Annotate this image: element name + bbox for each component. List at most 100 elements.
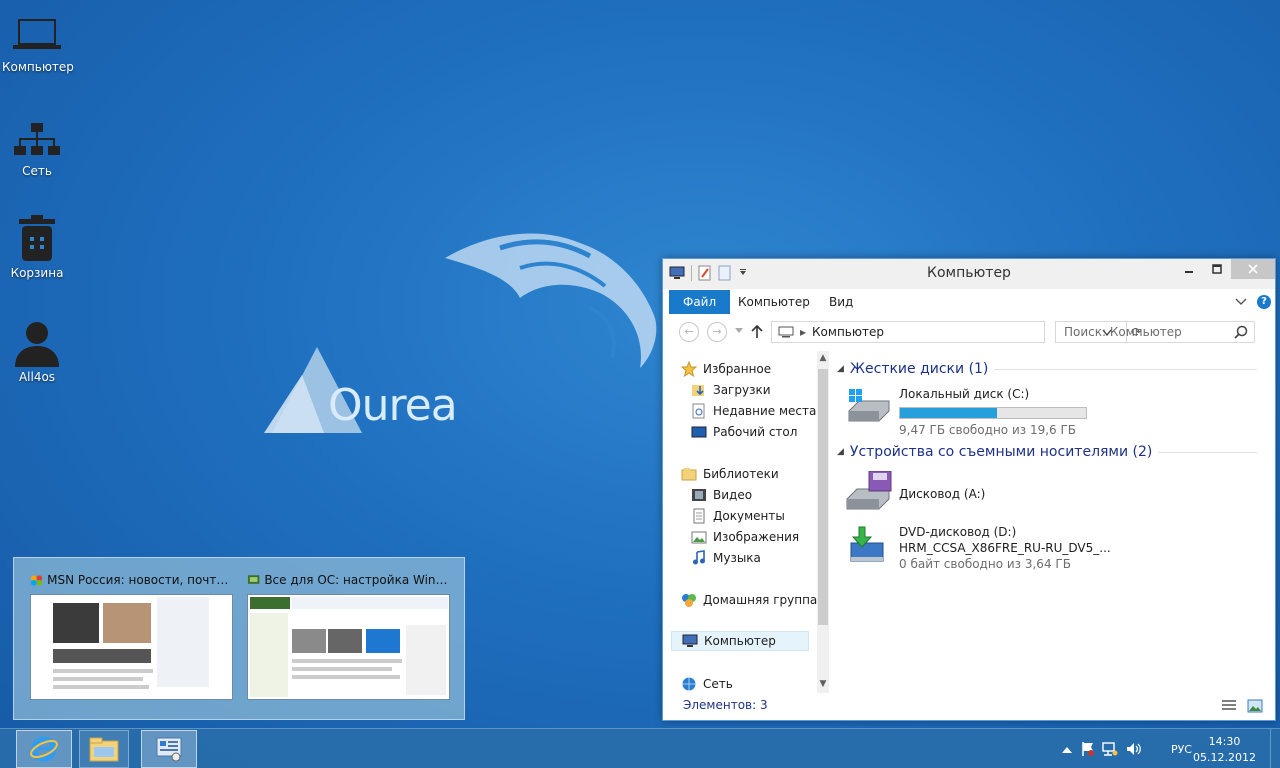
window-titlebar[interactable]: Компьютер	[663, 259, 1275, 289]
nav-item-downloads[interactable]: Загрузки	[691, 380, 771, 400]
nav-item-video[interactable]: Видео	[691, 485, 752, 505]
nav-label: Изображения	[713, 530, 800, 544]
status-bar-item-count: Элементов: 3	[683, 698, 768, 712]
desktop-icon-label: Сеть	[22, 164, 52, 178]
internet-explorer-icon	[30, 736, 58, 762]
clock[interactable]: 14:30 05.12.2012	[1193, 734, 1256, 766]
drive-c[interactable]: Локальный диск (C:) 9,47 ГБ свободно из …	[845, 387, 1105, 437]
drive-name: DVD-дисковод (D:)	[899, 525, 1017, 539]
help-icon[interactable]: ?	[1257, 295, 1271, 309]
drive-volume-label: HRM_CCSA_X86FRE_RU-RU_DV5_...	[899, 541, 1111, 555]
desktop-icon-computer[interactable]: Компьютер	[2, 10, 74, 74]
nav-item-documents[interactable]: Документы	[691, 506, 785, 526]
taskbar-file-explorer[interactable]	[79, 730, 129, 768]
details-view-icon[interactable]	[1221, 699, 1237, 713]
thumbnail-all4os[interactable]: Все для ОС: настройка Windo...	[247, 570, 452, 700]
address-text: Компьютер	[812, 325, 884, 339]
desktop-icon-recycle-bin[interactable]: Корзина	[2, 212, 72, 280]
up-arrow-icon[interactable]	[751, 325, 763, 339]
nav-item-recent[interactable]: Недавние места	[691, 401, 816, 421]
scroll-up-arrow-icon[interactable]: ▲	[817, 353, 829, 363]
laptop-icon	[2, 10, 72, 60]
thumbnail-page-preview	[247, 594, 450, 700]
back-button[interactable]: ←	[679, 322, 699, 342]
large-icons-view-icon[interactable]	[1247, 699, 1263, 713]
drive-name: Локальный диск (C:)	[899, 387, 1030, 401]
homegroup-icon	[682, 594, 696, 607]
scrollbar-thumb[interactable]	[818, 369, 828, 625]
search-placeholder: Поиск: Компьютер	[1064, 325, 1182, 339]
drive-usage-bar	[899, 407, 1087, 419]
desktop-icon-user[interactable]: All4os	[2, 316, 72, 384]
floppy-drive-icon	[846, 470, 892, 510]
thumbnail-msn[interactable]: MSN Россия: новости, почта Н...	[30, 570, 235, 700]
taskbar: РУС 14:30 05.12.2012	[0, 728, 1280, 768]
drive-a[interactable]: Дисковод (A:)	[845, 470, 1105, 513]
address-bar[interactable]: ▸ Компьютер ⟳	[771, 321, 1142, 343]
group-title: Устройства со съемными носителями (2)	[849, 444, 1153, 460]
volume-icon[interactable]	[1126, 741, 1142, 757]
recent-places-icon	[692, 403, 705, 419]
tab-file[interactable]: Файл	[669, 290, 731, 314]
nav-item-network[interactable]: Сеть	[681, 674, 733, 694]
drive-usage-fill	[900, 408, 997, 418]
nav-item-homegroup[interactable]: Домашняя группа	[681, 590, 817, 610]
ribbon-controls: ?	[1235, 295, 1271, 309]
group-collapse-icon: ◢	[837, 364, 844, 374]
tab-view[interactable]: Вид	[815, 290, 867, 314]
documents-library-icon	[693, 508, 705, 524]
clock-date: 05.12.2012	[1193, 751, 1256, 764]
drive-name: Дисковод (A:)	[899, 487, 986, 501]
nav-item-music[interactable]: Музыка	[691, 548, 761, 568]
downloads-folder-icon	[692, 385, 704, 396]
clock-time: 14:30	[1208, 735, 1241, 748]
user-icon	[2, 316, 72, 370]
desktop-icon-label: Корзина	[10, 266, 64, 280]
nav-label: Документы	[713, 509, 785, 523]
nav-item-desktop[interactable]: Рабочий стол	[691, 422, 797, 442]
hard-drive-windows-icon	[848, 389, 890, 422]
input-language-indicator[interactable]: РУС	[1171, 743, 1192, 756]
nav-pane-scrollbar[interactable]: ▲ ▼	[817, 351, 829, 693]
video-library-icon	[692, 489, 706, 501]
taskbar-control-panel[interactable]	[141, 730, 197, 768]
trash-icon	[2, 212, 72, 266]
navigation-bar: ← → ▸ Компьютер ⟳ Поиск: Компьютер	[669, 319, 1269, 345]
nav-label: Загрузки	[713, 383, 771, 397]
nav-label: Домашняя группа	[703, 593, 818, 607]
scroll-down-arrow-icon[interactable]: ▼	[817, 679, 829, 689]
show-hidden-icons-icon[interactable]	[1062, 745, 1078, 761]
explorer-window[interactable]: Компьютер Файл Компьютер Вид ? ← → ▸ Ком…	[662, 258, 1276, 721]
drive-d[interactable]: DVD-дисковод (D:) HRM_CCSA_X86FRE_RU-RU_…	[845, 525, 1125, 577]
group-header-removable[interactable]: ◢ Устройства со съемными носителями (2)	[837, 444, 1257, 460]
nav-label: Музыка	[713, 551, 761, 565]
nav-item-computer[interactable]: Компьютер	[671, 631, 809, 651]
nav-item-favorites[interactable]: Избранное	[681, 359, 771, 379]
nav-item-images[interactable]: Изображения	[691, 527, 799, 547]
group-header-hard-disks[interactable]: ◢ Жесткие диски (1)	[837, 361, 1257, 377]
desktop-folder-icon	[691, 426, 707, 438]
network-status-icon[interactable]	[1102, 741, 1118, 757]
network-small-icon	[682, 677, 696, 691]
desktop-icon-label: Компьютер	[2, 60, 74, 74]
show-desktop-button[interactable]	[1270, 729, 1280, 768]
nav-item-libraries[interactable]: Библиотеки	[681, 464, 779, 484]
maximize-button[interactable]	[1203, 259, 1231, 279]
search-input[interactable]: Поиск: Компьютер	[1055, 321, 1255, 343]
recent-locations-chevron-icon[interactable]	[735, 328, 743, 334]
close-icon	[1248, 264, 1258, 274]
expand-ribbon-icon[interactable]	[1235, 297, 1247, 307]
tab-computer[interactable]: Компьютер	[724, 290, 824, 314]
desktop-icon-network[interactable]: Сеть	[2, 114, 72, 178]
minimize-button[interactable]	[1175, 259, 1203, 279]
taskbar-internet-explorer[interactable]	[16, 730, 72, 768]
wallpaper-title: Ourea	[328, 380, 458, 431]
dvd-drive-icon	[850, 526, 884, 562]
action-center-flag-icon[interactable]	[1080, 741, 1096, 757]
control-panel-icon	[156, 737, 182, 762]
close-button[interactable]	[1231, 259, 1275, 279]
desktop-icon-label: All4os	[18, 370, 56, 384]
msn-butterfly-icon	[30, 575, 43, 586]
computer-small-icon	[682, 634, 698, 647]
forward-button[interactable]: →	[707, 322, 727, 342]
